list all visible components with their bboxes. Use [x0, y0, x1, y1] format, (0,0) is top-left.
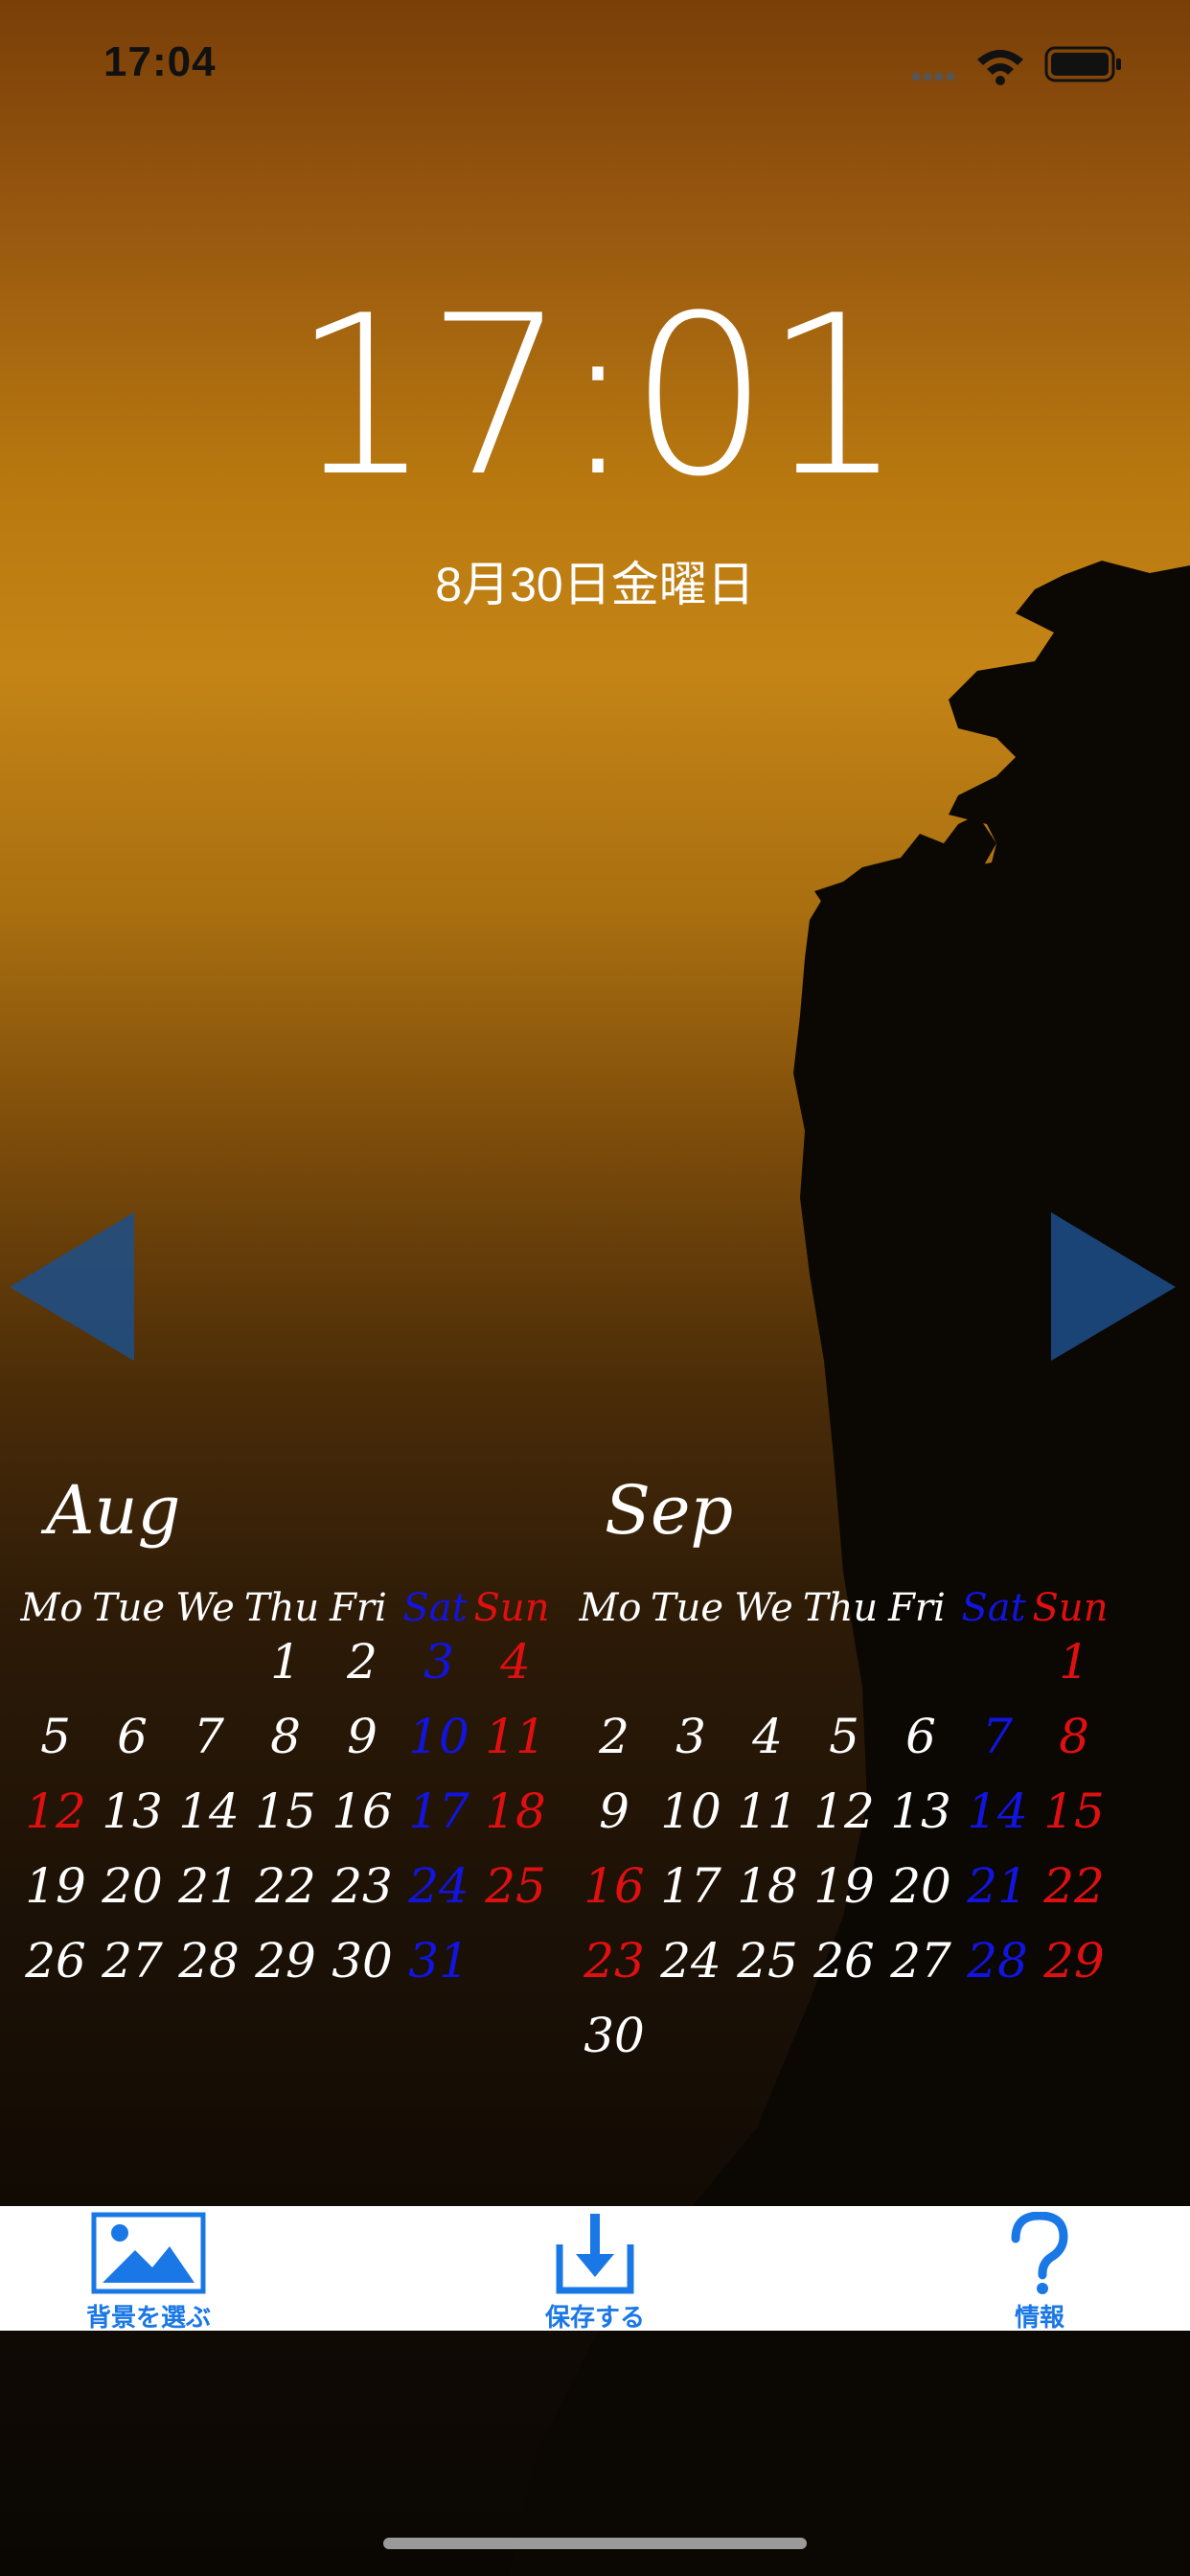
wifi-icon — [977, 50, 1023, 85]
calendar-day: 8 — [1059, 1709, 1089, 1764]
signal-icon — [912, 73, 954, 80]
calendar-day: 29 — [1043, 1933, 1105, 1989]
calendar-day: 22 — [1043, 1858, 1105, 1914]
calendar-day: 4 — [500, 1634, 531, 1690]
calendar-day: 15 — [1043, 1783, 1105, 1839]
weekday-header: Fri — [330, 1586, 387, 1630]
calendar-day: 24 — [660, 1933, 721, 1989]
calendar-day: 25 — [737, 1933, 798, 1989]
calendar-day: 16 — [584, 1858, 645, 1914]
calendar-day: 5 — [829, 1709, 859, 1764]
status-icons — [912, 46, 1121, 85]
calendar-day: 28 — [178, 1933, 240, 1989]
download-icon — [556, 2214, 634, 2294]
battery-icon — [1044, 46, 1121, 82]
calendar-day: 7 — [982, 1709, 1013, 1764]
calendar-day: 4 — [752, 1709, 783, 1764]
calendar-day: 13 — [890, 1783, 951, 1839]
save-label: 保存する — [544, 2303, 645, 2332]
calendar-day: 26 — [813, 1933, 875, 1989]
calendar-day: 29 — [255, 1933, 316, 1989]
calendar-day: 15 — [255, 1783, 316, 1839]
image-icon — [91, 2212, 206, 2294]
calendar-day: 2 — [599, 1709, 629, 1764]
calendar-day: 13 — [102, 1783, 163, 1839]
calendar-day: 21 — [967, 1858, 1028, 1914]
calendar-day: 17 — [408, 1783, 469, 1839]
calendar-day: 17 — [660, 1858, 721, 1914]
weekday-header: Sun — [473, 1586, 550, 1630]
calendar-day: 28 — [967, 1933, 1028, 1989]
weekday-header: Fri — [888, 1586, 946, 1630]
month-title: Aug — [46, 1471, 181, 1550]
calendar-day: 6 — [905, 1709, 936, 1764]
info-label: 情報 — [1014, 2303, 1064, 2332]
weekday-header: Sat — [961, 1586, 1026, 1630]
calendar-day: 3 — [675, 1709, 706, 1764]
calendar-day: 21 — [178, 1858, 240, 1914]
calendar-day: 22 — [255, 1858, 316, 1914]
calendar-day: 23 — [584, 1933, 645, 1989]
calendar-day: 1 — [270, 1634, 301, 1690]
status-bar-time: 17:04 — [103, 38, 217, 85]
weekday-header: Thu — [243, 1586, 320, 1630]
calendar-day: 2 — [347, 1634, 378, 1690]
calendar-day: 9 — [599, 1783, 629, 1839]
calendar-day: 5 — [40, 1709, 71, 1764]
calendar-day: 27 — [102, 1933, 163, 1989]
calendar-day: 25 — [485, 1858, 546, 1914]
calendar-day: 23 — [332, 1858, 393, 1914]
calendar-day: 26 — [25, 1933, 86, 1989]
calendar-day: 14 — [178, 1783, 240, 1839]
question-icon — [1011, 2212, 1068, 2294]
calendar-day: 9 — [347, 1709, 378, 1764]
calendar-day: 6 — [117, 1709, 148, 1764]
calendar-day: 3 — [423, 1634, 454, 1690]
next-arrow-button[interactable] — [1051, 1212, 1180, 1361]
calendar-day: 31 — [408, 1933, 469, 1989]
calendar-day: 19 — [813, 1858, 875, 1914]
calendar-day: 27 — [890, 1933, 951, 1989]
calendar-day: 19 — [25, 1858, 86, 1914]
weekday-header: Thu — [802, 1586, 879, 1630]
calendar-day: 30 — [584, 2008, 645, 2063]
calendar-day: 10 — [660, 1783, 721, 1839]
choose-background-button[interactable]: 背景を選ぶ — [77, 2212, 220, 2334]
calendar-day: 24 — [408, 1858, 469, 1914]
bottom-toolbar: 背景を選ぶ 保存する 情報 — [0, 2206, 1190, 2334]
weekday-header: Sat — [402, 1586, 468, 1630]
weekday-header: We — [734, 1586, 793, 1630]
calendar-day: 14 — [967, 1783, 1028, 1839]
calendar-day: 11 — [737, 1783, 798, 1839]
month-title: Sep — [605, 1471, 734, 1550]
calendar-day: 7 — [194, 1709, 224, 1764]
previous-arrow-button[interactable] — [10, 1212, 139, 1361]
weekday-header: Mo — [20, 1586, 83, 1630]
calendar-day: 12 — [25, 1783, 86, 1839]
calendar-day: 8 — [270, 1709, 301, 1764]
calendar-day: 20 — [890, 1858, 951, 1914]
weekday-header: We — [175, 1586, 235, 1630]
home-indicator[interactable] — [383, 2538, 807, 2549]
weekday-header: Tue — [91, 1586, 166, 1630]
calendar-day: 18 — [737, 1858, 798, 1914]
calendar-day: 10 — [408, 1709, 469, 1764]
calendar-day: 1 — [1059, 1634, 1089, 1690]
weekday-header: Mo — [579, 1586, 642, 1630]
weekday-header: Tue — [650, 1586, 724, 1630]
lock-screen-date: 8月30日金曜日 — [435, 558, 755, 611]
calendar-day: 18 — [485, 1783, 546, 1839]
info-button[interactable]: 情報 — [968, 2212, 1111, 2334]
calendar-day: 16 — [332, 1783, 393, 1839]
calendar-day: 30 — [332, 1933, 393, 1989]
choose-background-label: 背景を選ぶ — [85, 2303, 211, 2332]
calendar-day: 12 — [813, 1783, 875, 1839]
calendar-day: 20 — [102, 1858, 163, 1914]
weekday-header: Sun — [1032, 1586, 1109, 1630]
lock-screen-time: 17:01 — [291, 269, 904, 525]
calendar-day: 11 — [485, 1709, 546, 1764]
save-button[interactable]: 保存する — [523, 2212, 667, 2334]
